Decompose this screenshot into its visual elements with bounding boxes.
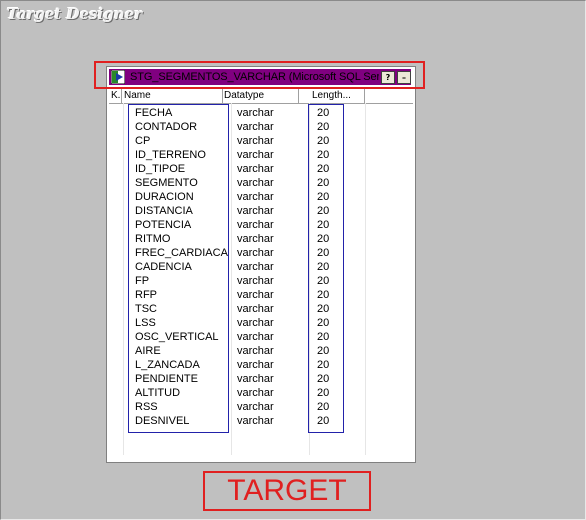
column-datatype-cell: varchar [237, 289, 274, 301]
column-header-datatype[interactable]: Datatype [222, 89, 299, 103]
column-header-row: K. Name Datatype Length... [109, 89, 413, 104]
column-header-key[interactable]: K. [109, 89, 122, 103]
title-highlight-box [94, 61, 425, 89]
name-column-highlight [128, 104, 229, 433]
column-datatype-cell: varchar [237, 205, 274, 217]
column-header-length[interactable]: Length... [310, 89, 365, 103]
column-datatype-cell: varchar [237, 247, 274, 259]
column-datatype-cell: varchar [237, 233, 274, 245]
column-datatype-cell: varchar [237, 163, 274, 175]
column-datatype-cell: varchar [237, 107, 274, 119]
target-annotation: TARGET [203, 471, 371, 511]
column-datatype-cell: varchar [237, 177, 274, 189]
column-datatype-cell: varchar [237, 387, 274, 399]
column-datatype-cell: varchar [237, 317, 274, 329]
column-datatype-cell: varchar [237, 303, 274, 315]
column-datatype-cell: varchar [237, 121, 274, 133]
column-datatype-cell: varchar [237, 401, 274, 413]
column-datatype-cell: varchar [237, 359, 274, 371]
column-datatype-cell: varchar [237, 345, 274, 357]
column-datatype-cell: varchar [237, 135, 274, 147]
target-table-box[interactable]: STG_SEGMENTOS_VARCHAR (Microsoft SQL Ser… [106, 66, 416, 463]
column-datatype-cell: varchar [237, 275, 274, 287]
column-datatype-cell: varchar [237, 415, 274, 427]
workspace-title: Target Designer [7, 5, 143, 23]
column-datatype-cell: varchar [237, 219, 274, 231]
column-header-name[interactable]: Name [122, 89, 223, 103]
column-datatype-cell: varchar [237, 331, 274, 343]
column-datatype-cell: varchar [237, 191, 274, 203]
column-datatype-cell: varchar [237, 373, 274, 385]
column-datatype-cell: varchar [237, 261, 274, 273]
length-column-highlight [308, 104, 344, 433]
target-designer-workspace[interactable]: Target Designer STG_SEGMENTOS_VARCHAR (M… [0, 0, 586, 520]
column-datatype-cell: varchar [237, 149, 274, 161]
